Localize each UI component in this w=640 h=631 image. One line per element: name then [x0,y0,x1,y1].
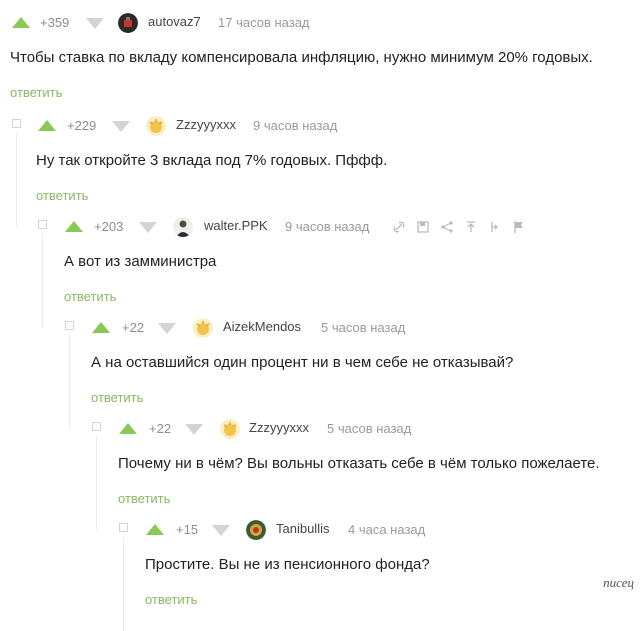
watermark: писец [603,575,634,590]
thread-line [42,234,43,328]
comment-rating: +15 [176,522,199,537]
upvote-icon[interactable] [146,524,164,535]
upvote-icon[interactable] [92,322,110,333]
collapse-toggle[interactable] [92,422,101,431]
comment: +359 autovaz7 17 часов назад Чтобы ставк… [0,13,640,114]
author-name[interactable]: Zzzyyyxxx [176,117,236,132]
collapse-toggle[interactable] [38,220,47,229]
author-name[interactable]: Zzzyyyxxx [249,420,309,435]
comment: +22 Zzzyyyxxx 5 часов назад Почему ни в … [0,419,640,530]
reply-link[interactable]: ответить [36,188,88,203]
branch-icon[interactable] [488,220,502,234]
comment: +229 Zzzyyyxxx 9 часов назад Ну так откр… [0,116,640,227]
comment-text: А вот из замминистра [64,253,217,270]
reply-link[interactable]: ответить [64,289,116,304]
reply-link[interactable]: ответить [145,592,197,607]
comment-toolbar [392,220,532,236]
comment-time[interactable]: 17 часов назад [218,15,310,30]
author-avatar[interactable] [220,419,240,439]
comment-time[interactable]: 9 часов назад [285,219,369,234]
comment-text: Чтобы ставка по вкладу компенсировала ин… [10,49,593,66]
collapse-toggle[interactable] [12,119,21,128]
thread-line [69,335,70,429]
downvote-icon[interactable] [212,525,230,536]
thread-line [16,133,17,227]
comment-time[interactable]: 5 часов назад [327,421,411,436]
link-icon[interactable] [392,220,406,234]
comment-text: Простите. Вы не из пенсионного фонда? [145,556,430,573]
comment-time[interactable]: 9 часов назад [253,118,337,133]
comment-text: А на оставшийся один процент ни в чем се… [91,354,514,371]
share-icon[interactable] [440,220,454,234]
up-arrow-icon[interactable] [464,220,478,234]
comment: +15 Tanibullis 4 часа назад Простите. Вы… [0,520,640,631]
downvote-icon[interactable] [185,424,203,435]
upvote-icon[interactable] [119,423,137,434]
collapse-toggle[interactable] [119,523,128,532]
downvote-icon[interactable] [86,18,104,29]
comment-text: Почему ни в чём? Вы вольны отказать себе… [118,455,600,472]
author-name[interactable]: Tanibullis [276,521,329,536]
downvote-icon[interactable] [112,121,130,132]
upvote-icon[interactable] [65,221,83,232]
reply-link[interactable]: ответить [118,491,170,506]
author-name[interactable]: walter.PPK [204,218,268,233]
comment-rating: +22 [122,320,145,335]
thread-line [96,436,97,530]
reply-link[interactable]: ответить [10,85,62,100]
thread-line [123,537,124,631]
comment-rating: +229 [67,118,97,133]
upvote-icon[interactable] [38,120,56,131]
comment-rating: +359 [40,15,70,30]
comment-rating: +22 [149,421,172,436]
reply-link[interactable]: ответить [91,390,143,405]
comment-time[interactable]: 4 часа назад [348,522,425,537]
save-icon[interactable] [416,220,430,234]
author-name[interactable]: autovaz7 [148,14,201,29]
collapse-toggle[interactable] [65,321,74,330]
flag-icon[interactable] [512,220,526,234]
comment-rating: +203 [94,219,124,234]
author-avatar[interactable] [173,217,193,237]
upvote-icon[interactable] [12,17,30,28]
author-avatar[interactable] [118,13,138,33]
comment: +203 walter.PPK 9 часов назад А вот из з… [0,217,640,328]
downvote-icon[interactable] [158,323,176,334]
author-avatar[interactable] [146,116,166,136]
author-avatar[interactable] [193,318,213,338]
comment-text: Ну так откройте 3 вклада под 7% годовых.… [36,152,388,169]
comment: +22 AizekMendos 5 часов назад А на остав… [0,318,640,429]
downvote-icon[interactable] [139,222,157,233]
author-name[interactable]: AizekMendos [223,319,301,334]
author-avatar[interactable] [246,520,266,540]
comment-time[interactable]: 5 часов назад [321,320,405,335]
